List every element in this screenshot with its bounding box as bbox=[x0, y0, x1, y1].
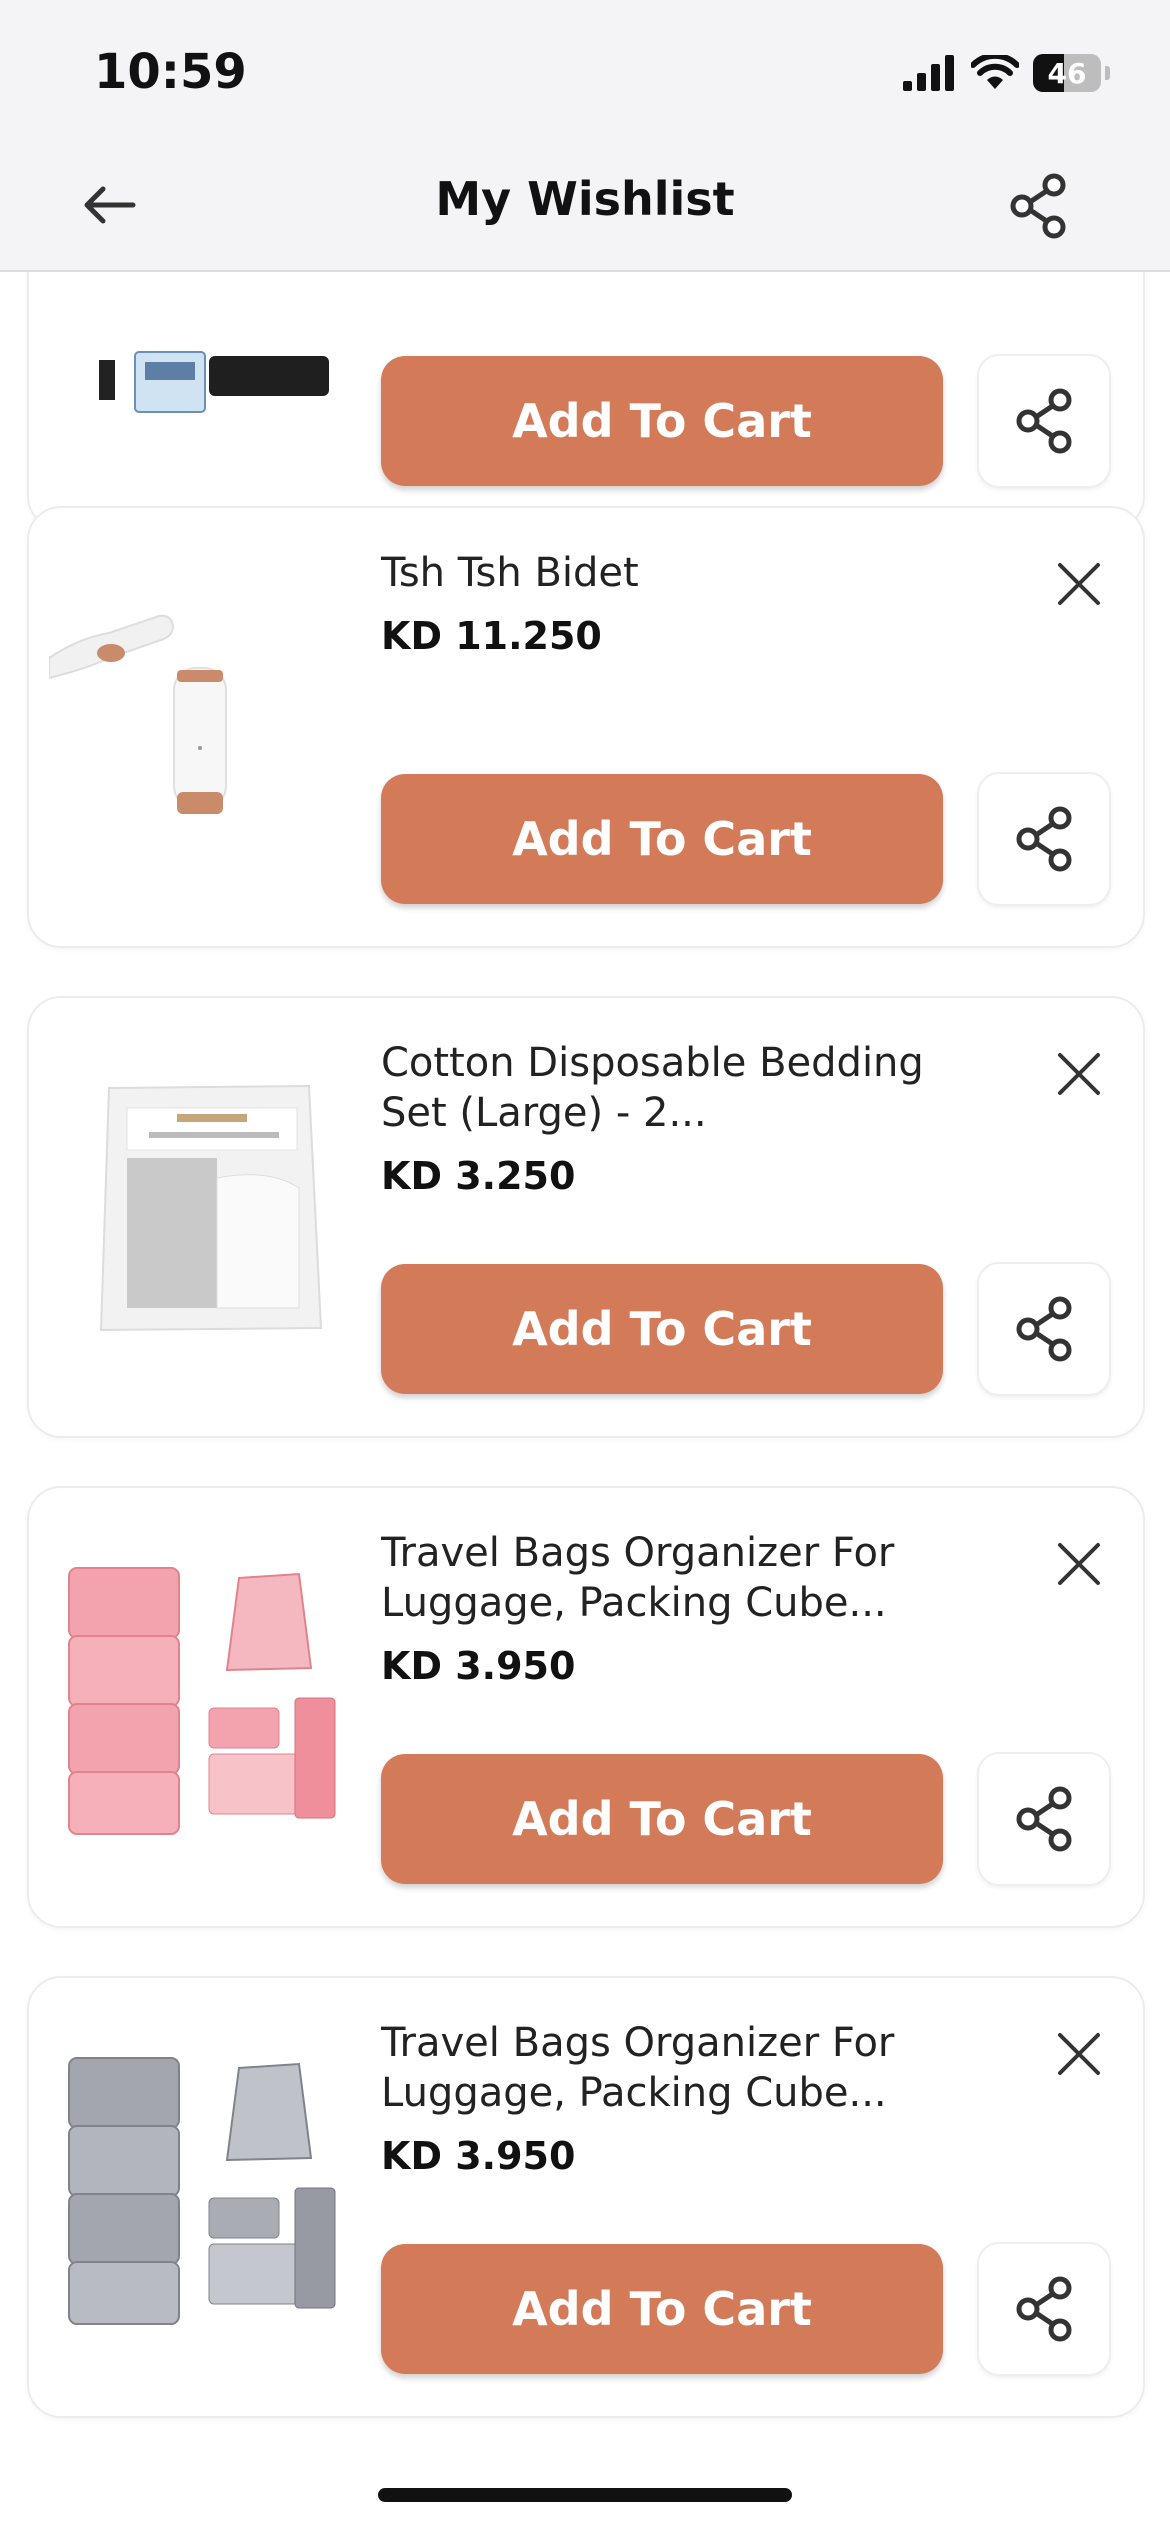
product-title[interactable]: Travel Bags Organizer For Luggage, Packi… bbox=[381, 1528, 941, 1628]
add-to-cart-button[interactable]: Add To Cart bbox=[381, 1754, 943, 1884]
share-wishlist-button[interactable] bbox=[998, 166, 1078, 246]
pink-packing-cubes-image bbox=[68, 1567, 336, 1835]
share-item-button[interactable] bbox=[977, 1262, 1111, 1396]
add-to-cart-button[interactable]: Add To Cart bbox=[381, 774, 943, 904]
add-to-cart-button[interactable]: Add To Cart bbox=[381, 2244, 943, 2374]
product-title[interactable]: Tsh Tsh Bidet bbox=[381, 548, 941, 598]
product-price: KD 3.250 bbox=[381, 1154, 576, 1198]
close-icon bbox=[1058, 1053, 1100, 1095]
page-title: My Wishlist bbox=[435, 172, 735, 226]
share-item-button[interactable] bbox=[977, 772, 1111, 906]
share-icon bbox=[1016, 388, 1072, 454]
product-price: KD 11.250 bbox=[381, 614, 602, 658]
product-image[interactable] bbox=[49, 1028, 369, 1368]
wishlist-item: Travel Bags Organizer For Luggage, Packi… bbox=[27, 1976, 1145, 2418]
battery-level: 46 bbox=[1047, 56, 1087, 90]
status-icons: 46 bbox=[903, 48, 1110, 98]
travel-tag-product-image bbox=[99, 351, 329, 413]
bedding-set-package-image bbox=[99, 1084, 323, 1332]
close-icon bbox=[1058, 2033, 1100, 2075]
product-title[interactable]: Travel Bags Organizer For Luggage, Packi… bbox=[381, 2018, 941, 2118]
cellular-signal-icon bbox=[903, 55, 954, 91]
status-bar: 10:59 46 bbox=[0, 0, 1170, 150]
remove-item-button[interactable] bbox=[1047, 2022, 1111, 2086]
wifi-icon bbox=[971, 55, 1019, 89]
portable-bidet-image bbox=[48, 614, 227, 814]
share-icon bbox=[1016, 1786, 1072, 1852]
add-to-cart-button[interactable]: Add To Cart bbox=[381, 356, 943, 486]
wishlist-item: Travel Bags Organizer For Luggage, Packi… bbox=[27, 1486, 1145, 1928]
product-title[interactable]: Cotton Disposable Bedding Set (Large) - … bbox=[381, 1038, 941, 1138]
wishlist-item: Tsh Tsh Bidet KD 11.250 Add To Cart bbox=[27, 506, 1145, 948]
add-to-cart-button[interactable]: Add To Cart bbox=[381, 1264, 943, 1394]
share-icon bbox=[1016, 1296, 1072, 1362]
remove-item-button[interactable] bbox=[1047, 1042, 1111, 1106]
status-time: 10:59 bbox=[94, 44, 247, 100]
battery-cap bbox=[1105, 66, 1110, 80]
share-icon bbox=[1016, 806, 1072, 872]
share-item-button[interactable] bbox=[977, 354, 1111, 488]
product-image[interactable] bbox=[49, 1518, 369, 1858]
product-price: KD 3.950 bbox=[381, 1644, 576, 1688]
wishlist-item: Cotton Disposable Bedding Set (Large) - … bbox=[27, 996, 1145, 1438]
product-image[interactable] bbox=[49, 272, 369, 460]
share-icon bbox=[1010, 173, 1066, 239]
close-icon bbox=[1058, 563, 1100, 605]
product-image[interactable] bbox=[49, 2008, 369, 2348]
product-price: KD 3.950 bbox=[381, 2134, 576, 2178]
remove-item-button[interactable] bbox=[1047, 1532, 1111, 1596]
home-indicator[interactable] bbox=[378, 2488, 792, 2502]
wishlist-list[interactable]: Add To Cart Tsh Tsh Bidet KD 11.250 Add … bbox=[0, 272, 1170, 2532]
close-icon bbox=[1058, 1543, 1100, 1585]
share-icon bbox=[1016, 2276, 1072, 2342]
wishlist-item: Add To Cart bbox=[27, 272, 1145, 530]
share-item-button[interactable] bbox=[977, 1752, 1111, 1886]
nav-bar: My Wishlist bbox=[0, 150, 1170, 272]
grey-packing-cubes-image bbox=[68, 2057, 336, 2325]
product-image[interactable] bbox=[48, 538, 369, 878]
remove-item-button[interactable] bbox=[1047, 552, 1111, 616]
share-item-button[interactable] bbox=[977, 2242, 1111, 2376]
battery-icon: 46 bbox=[1033, 54, 1101, 92]
